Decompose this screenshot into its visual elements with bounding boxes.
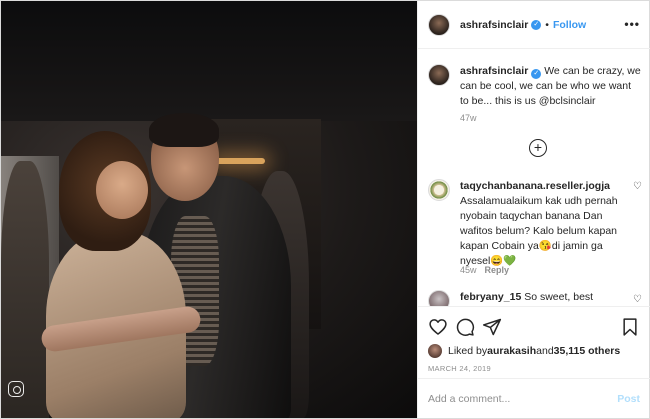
comment-text-block: febryany_15 So sweet, best [460,290,630,306]
caption-age[interactable]: 47w [460,113,477,123]
comments-list[interactable]: ashrafsinclair ✓ We can be crazy, we can … [418,50,650,306]
author-avatar[interactable] [428,13,450,36]
photo-ceiling [1,1,417,121]
author-username[interactable]: ashrafsinclair [460,19,528,31]
comment-text: Assalamualaikum kak udh pernah nyobain t… [460,195,618,267]
liker-avatar[interactable] [428,344,442,358]
photo-background-person-left [1,161,49,418]
commenter-avatar[interactable] [428,290,450,306]
comment-like-heart-icon[interactable]: ♡ [633,294,642,305]
photo-shelf-light [215,158,265,164]
photo-man-hair [149,113,219,147]
share-paper-plane-icon[interactable] [482,317,502,337]
load-more-comments-button[interactable]: + [529,139,547,157]
post-photo[interactable] [1,1,417,418]
comment-age[interactable]: 45w [460,265,477,275]
follow-button[interactable]: Follow [553,19,586,31]
likes-connector: and [536,345,554,357]
instagram-post-modal: ashrafsinclair ✓ • Follow ••• ashrafsinc… [0,0,650,419]
add-comment-bar: Post [418,378,650,418]
header-separator: • [545,18,549,31]
post-header: ashrafsinclair ✓ • Follow ••• [418,1,650,49]
post-comment-button[interactable]: Post [617,393,640,405]
likes-count-link[interactable]: 35,115 others [554,345,621,357]
comment-like-heart-icon[interactable]: ♡ [633,181,642,192]
likes-prefix: Liked by [448,345,488,357]
caption-username[interactable]: ashrafsinclair [460,65,528,77]
caption-verified-badge-icon: ✓ [531,69,542,79]
user-tag-icon[interactable] [8,381,24,397]
comment-text: So sweet, best [521,291,594,303]
post-side-panel: ashrafsinclair ✓ • Follow ••• ashrafsinc… [417,1,650,418]
comment-item: taqychanbanana.reseller.jogja Assalamual… [428,179,642,269]
save-bookmark-icon[interactable] [620,317,640,337]
post-caption: ashrafsinclair ✓ We can be crazy, we can … [428,64,642,109]
action-bar [428,317,640,339]
comment-bubble-icon[interactable] [455,317,475,337]
first-liker-link[interactable]: aurakasih [487,345,536,357]
commenter-username[interactable]: febryany_15 [460,291,521,303]
comment-meta: 45w Reply [460,265,509,275]
photo-woman-face [96,161,148,219]
commenter-avatar[interactable] [428,179,450,201]
like-heart-icon[interactable] [428,317,448,337]
commenter-username[interactable]: taqychanbanana.reseller.jogja [460,180,610,192]
more-options-icon[interactable]: ••• [624,17,640,31]
reply-button[interactable]: Reply [485,265,510,275]
post-actions: Liked by aurakasih and 35,115 others MAR… [418,306,650,378]
post-date[interactable]: MARCH 24, 2019 [428,364,491,373]
likes-summary: Liked by aurakasih and 35,115 others [428,344,620,358]
comment-text-block: taqychanbanana.reseller.jogja Assalamual… [460,179,630,269]
verified-badge-icon: ✓ [531,19,542,30]
comment-item: febryany_15 So sweet, best [428,290,642,306]
comment-input[interactable] [428,392,618,405]
caption-avatar[interactable] [428,64,450,86]
caption-text-block: ashrafsinclair ✓ We can be crazy, we can … [460,64,642,109]
